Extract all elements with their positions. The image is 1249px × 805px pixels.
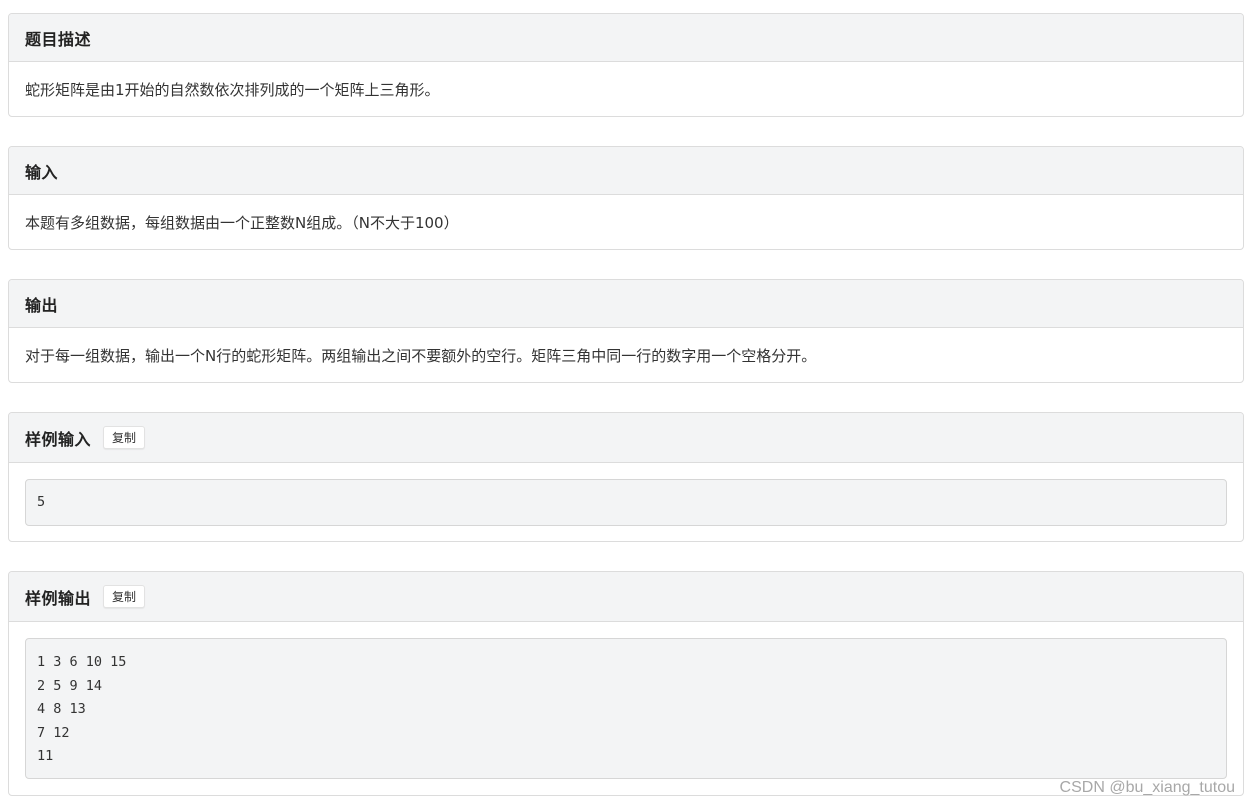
output-title: 输出 [25,295,59,315]
sample-input-copy-button[interactable]: 复制 [103,426,146,449]
code-line: 7 12 [37,724,70,741]
code-line: 4 8 13 [37,701,86,717]
input-text: 本题有多组数据，每组数据由一个正整数N组成。（N不大于100） [25,213,459,232]
code-line: 11 [37,748,54,764]
output-body: 对于每一组数据，输出一个N行的蛇形矩阵。两组输出之间不要额外的空行。矩阵三角中同… [9,328,1243,382]
input-panel: 输入 本题有多组数据，每组数据由一个正整数N组成。（N不大于100） [8,146,1244,250]
description-text: 蛇形矩阵是由1开始的自然数依次排列成的一个矩阵上三角形。 [25,80,440,99]
sample-output-panel: 样例输出 复制 1 3 6 10 15 2 5 9 14 4 8 13 7 12… [8,571,1244,796]
code-line: 1 3 6 10 15 [37,654,127,670]
sample-output-code-block: 1 3 6 10 15 2 5 9 14 4 8 13 7 12 11 [25,638,1227,779]
output-header: 输出 [9,280,1243,328]
sample-output-header: 样例输出 复制 [9,572,1243,622]
code-line: 2 5 9 14 [37,677,103,694]
csdn-watermark: CSDN @bu_xiang_tutou [1059,779,1235,796]
sample-output-copy-button[interactable]: 复制 [103,585,146,608]
code-line: 5 [37,494,46,510]
sample-input-header: 样例输入 复制 [9,413,1243,463]
input-header: 输入 [9,147,1243,195]
input-title: 输入 [25,162,59,182]
sample-input-code-block: 5 [25,479,1227,526]
sample-input-title: 样例输入 [25,429,92,449]
input-body: 本题有多组数据，每组数据由一个正整数N组成。（N不大于100） [9,195,1243,249]
output-panel: 输出 对于每一组数据，输出一个N行的蛇形矩阵。两组输出之间不要额外的空行。矩阵三… [8,279,1244,383]
sample-output-title: 样例输出 [25,588,92,608]
description-body: 蛇形矩阵是由1开始的自然数依次排列成的一个矩阵上三角形。 [9,62,1243,116]
description-panel: 题目描述 蛇形矩阵是由1开始的自然数依次排列成的一个矩阵上三角形。 [8,13,1244,117]
output-text: 对于每一组数据，输出一个N行的蛇形矩阵。两组输出之间不要额外的空行。矩阵三角中同… [25,346,817,365]
description-header: 题目描述 [9,14,1243,62]
description-title: 题目描述 [25,29,92,49]
sample-input-panel: 样例输入 复制 5 [8,412,1244,542]
